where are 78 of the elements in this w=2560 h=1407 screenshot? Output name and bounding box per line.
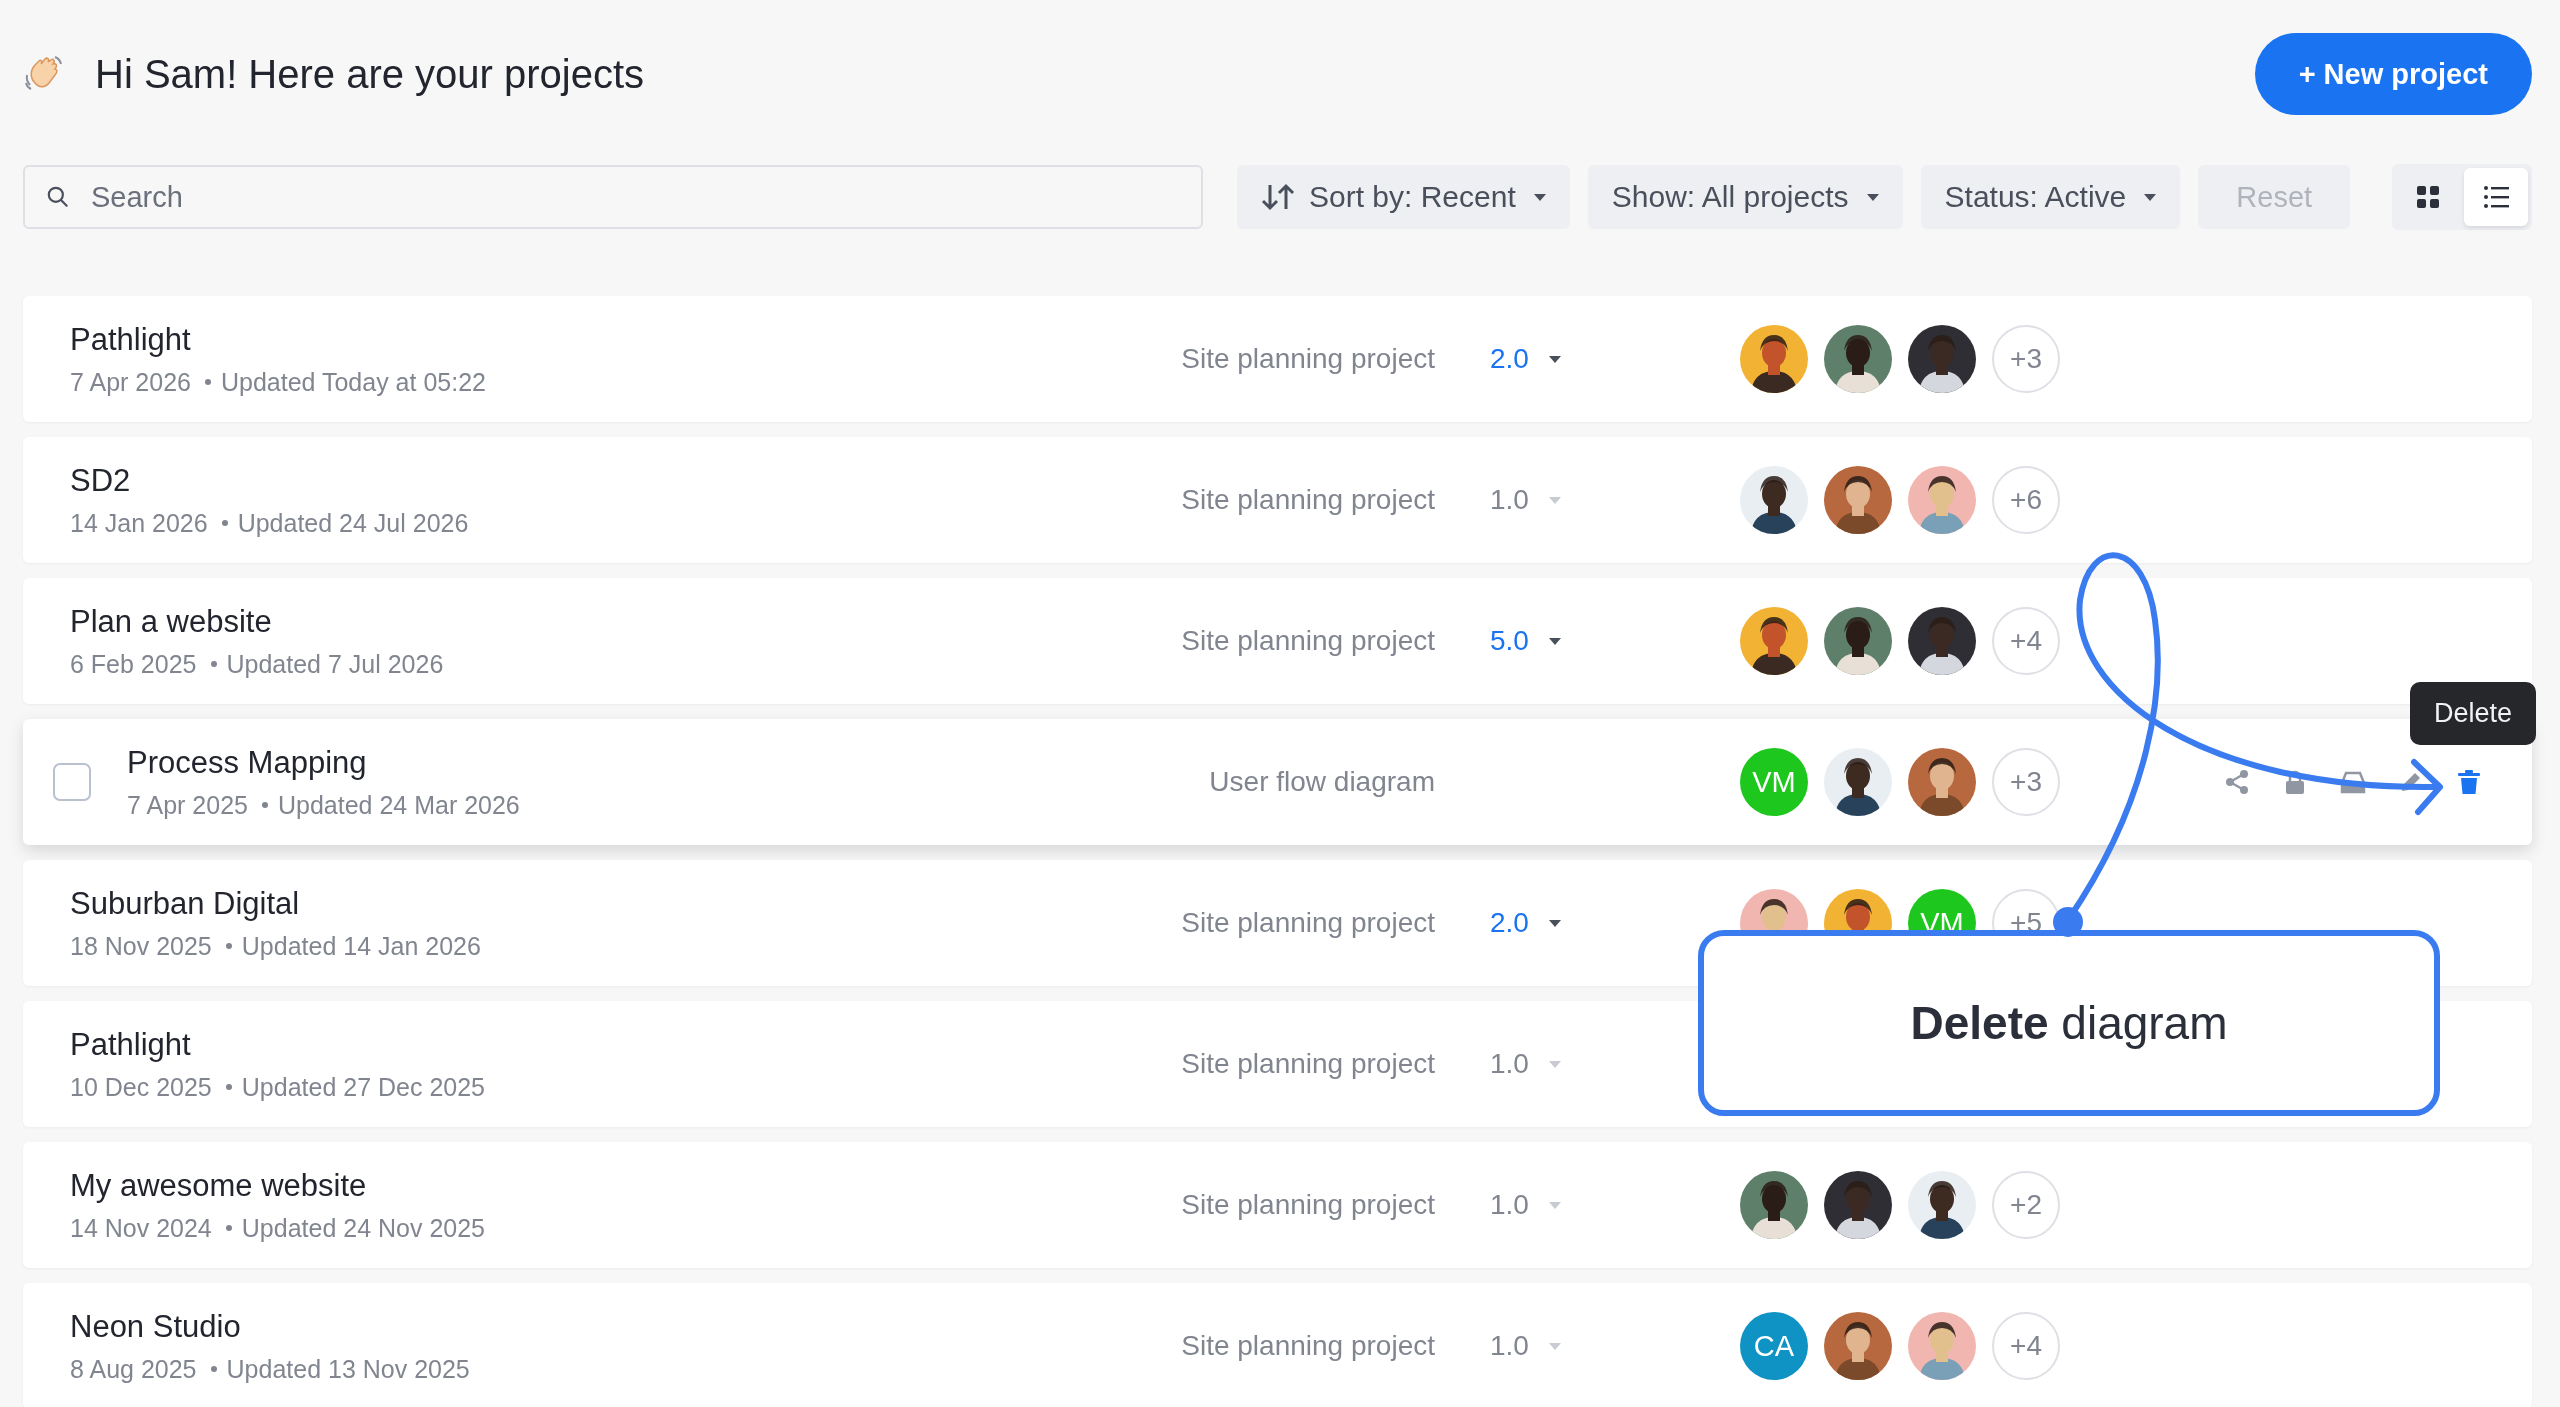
- version-dropdown[interactable]: 1.0: [1490, 1330, 1561, 1362]
- version-dropdown[interactable]: 1.0: [1490, 484, 1561, 516]
- caret-icon: [1548, 919, 1561, 927]
- share-icon[interactable]: [2224, 769, 2250, 795]
- project-type: Site planning project: [1180, 625, 1435, 657]
- page-title: Hi Sam! Here are your projects: [95, 51, 645, 97]
- member-count: +4: [1992, 607, 2060, 675]
- updated-date: Updated 24 Nov 2025: [241, 1213, 486, 1243]
- select-checkbox[interactable]: [53, 763, 91, 801]
- created-date: 10 Dec 2025: [70, 1072, 212, 1102]
- caret-icon: [1548, 1060, 1561, 1068]
- updated-date: Updated 7 Jul 2026: [226, 649, 444, 679]
- caret-icon: [1548, 496, 1561, 504]
- version-dropdown[interactable]: 1.0: [1490, 1048, 1561, 1080]
- caret-icon: [2144, 193, 2157, 201]
- project-name[interactable]: Suburban Digital: [70, 885, 950, 922]
- sort-dropdown[interactable]: Sort by: Recent: [1237, 165, 1570, 229]
- version-dropdown[interactable]: 5.0: [1490, 625, 1561, 657]
- project-type: Site planning project: [1180, 1330, 1435, 1362]
- project-type: Site planning project: [1180, 1048, 1435, 1080]
- project-type: Site planning project: [1180, 343, 1435, 375]
- caret-icon: [1548, 355, 1561, 363]
- created-date: 8 Aug 2025: [70, 1354, 197, 1384]
- view-toggle[interactable]: [2392, 164, 2532, 230]
- project-name[interactable]: Process Mapping: [127, 744, 950, 781]
- member-count: +3: [1992, 748, 2060, 816]
- project-name[interactable]: Pathlight: [70, 1026, 950, 1063]
- version-dropdown[interactable]: 2.0: [1490, 907, 1561, 939]
- updated-date: Updated 13 Nov 2025: [226, 1354, 470, 1384]
- project-row[interactable]: Pathlight 7 Apr 2026 Updated Today at 05:22 Site planning project 2.0 +3: [23, 296, 2532, 422]
- status-dropdown[interactable]: Status: Active: [1920, 165, 2181, 229]
- member-count: +4: [1992, 1312, 2060, 1380]
- avatar: CA: [1740, 1312, 1808, 1380]
- created-date: 7 Apr 2026: [70, 367, 191, 397]
- grid-icon: [2415, 184, 2441, 210]
- project-name[interactable]: My awesome website: [70, 1167, 950, 1204]
- member-count: +3: [1992, 325, 2060, 393]
- search-field[interactable]: Search: [23, 165, 1203, 229]
- project-type: Site planning project: [1180, 907, 1435, 939]
- sort-icon: [1261, 182, 1295, 212]
- caret-icon: [1548, 637, 1561, 645]
- updated-date: Updated Today at 05:22: [220, 367, 486, 397]
- project-type: Site planning project: [1180, 1189, 1435, 1221]
- project-name[interactable]: SD2: [70, 462, 950, 499]
- created-date: 18 Nov 2025: [70, 931, 212, 961]
- created-date: 14 Jan 2026: [70, 508, 208, 538]
- show-dropdown[interactable]: Show: All projects: [1587, 165, 1903, 229]
- project-row[interactable]: My awesome website 14 Nov 2024 Updated 24 Nov 2025 Site planning project 1.0 +2: [23, 1142, 2532, 1268]
- caret-icon: [1866, 193, 1879, 201]
- created-date: 14 Nov 2024: [70, 1213, 212, 1243]
- list-icon: [2483, 184, 2509, 210]
- caret-icon: [1548, 1201, 1561, 1209]
- project-row[interactable]: SD2 14 Jan 2026 Updated 24 Jul 2026 Site planning project 1.0 +6: [23, 437, 2532, 563]
- new-project-button[interactable]: + New project: [2254, 33, 2532, 115]
- version-dropdown[interactable]: 2.0: [1490, 343, 1561, 375]
- updated-date: Updated 14 Jan 2026: [241, 931, 481, 961]
- updated-date: Updated 24 Mar 2026: [277, 790, 520, 820]
- caret-icon: [1548, 1342, 1561, 1350]
- tooltip: Delete: [2409, 682, 2536, 745]
- member-count: +2: [1992, 1171, 2060, 1239]
- caret-icon: [1533, 193, 1546, 201]
- version-dropdown[interactable]: 1.0: [1490, 1189, 1561, 1221]
- project-name[interactable]: Neon Studio: [70, 1308, 950, 1345]
- search-icon: [45, 184, 71, 210]
- project-type: Site planning project: [1180, 484, 1435, 516]
- project-name[interactable]: Plan a website: [70, 603, 950, 640]
- created-date: 7 Apr 2025: [127, 790, 248, 820]
- created-date: 6 Feb 2025: [70, 649, 197, 679]
- tray-icon[interactable]: [2340, 769, 2366, 795]
- project-type: User flow diagram: [1208, 766, 1435, 798]
- updated-date: Updated 27 Dec 2025: [241, 1072, 486, 1102]
- updated-date: Updated 24 Jul 2026: [237, 508, 469, 538]
- avatar: VM: [1740, 748, 1808, 816]
- project-name[interactable]: Pathlight: [70, 321, 950, 358]
- project-row[interactable]: Neon Studio 8 Aug 2025 Updated 13 Nov 2025 Site planning project 1.0 CA +4: [23, 1283, 2532, 1407]
- member-count: +6: [1992, 466, 2060, 534]
- list-view-button[interactable]: [2464, 168, 2528, 226]
- trash-icon[interactable]: [2456, 769, 2482, 795]
